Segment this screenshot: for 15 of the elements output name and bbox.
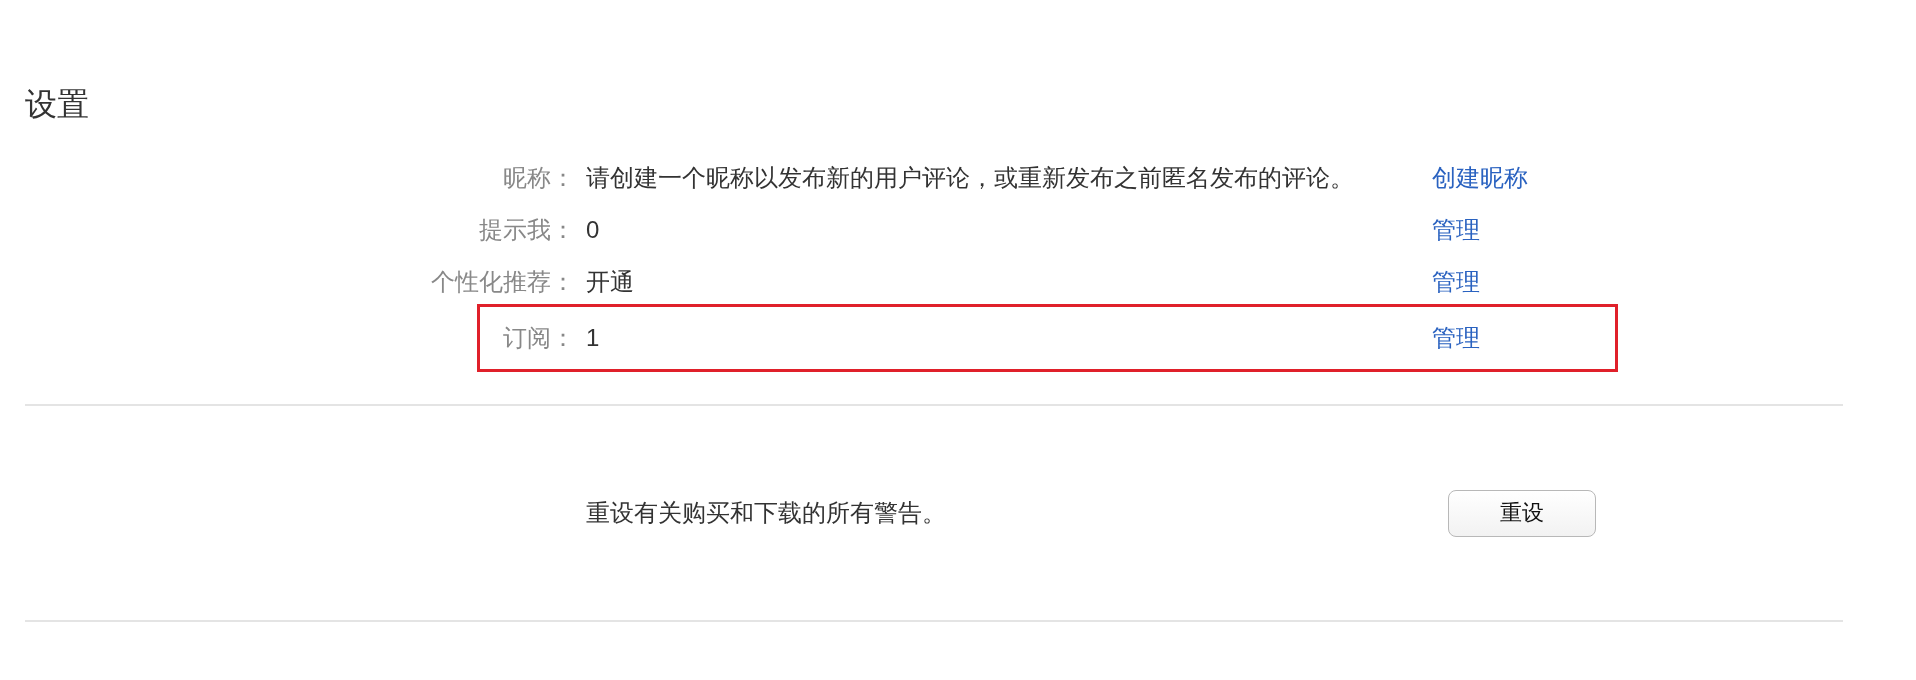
reset-description: 重设有关购买和下载的所有警告。 — [586, 498, 947, 528]
setting-label: 提示我： — [479, 215, 575, 245]
setting-label: 昵称： — [503, 163, 575, 193]
section-title: 设置 — [25, 85, 89, 124]
setting-value: 请创建一个昵称以发布新的用户评论，或重新发布之前匿名发布的评论。 — [586, 163, 1355, 193]
setting-value: 开通 — [586, 267, 635, 297]
setting-label: 订阅： — [503, 323, 575, 353]
manage-link[interactable]: 管理 — [1432, 323, 1480, 353]
manage-link[interactable]: 管理 — [1432, 267, 1480, 297]
setting-label: 个性化推荐： — [431, 267, 575, 297]
manage-link[interactable]: 创建昵称 — [1432, 163, 1528, 193]
setting-value: 0 — [586, 215, 601, 245]
manage-link[interactable]: 管理 — [1432, 215, 1480, 245]
setting-value: 1 — [586, 323, 601, 353]
reset-button[interactable]: 重设 — [1448, 489, 1596, 537]
